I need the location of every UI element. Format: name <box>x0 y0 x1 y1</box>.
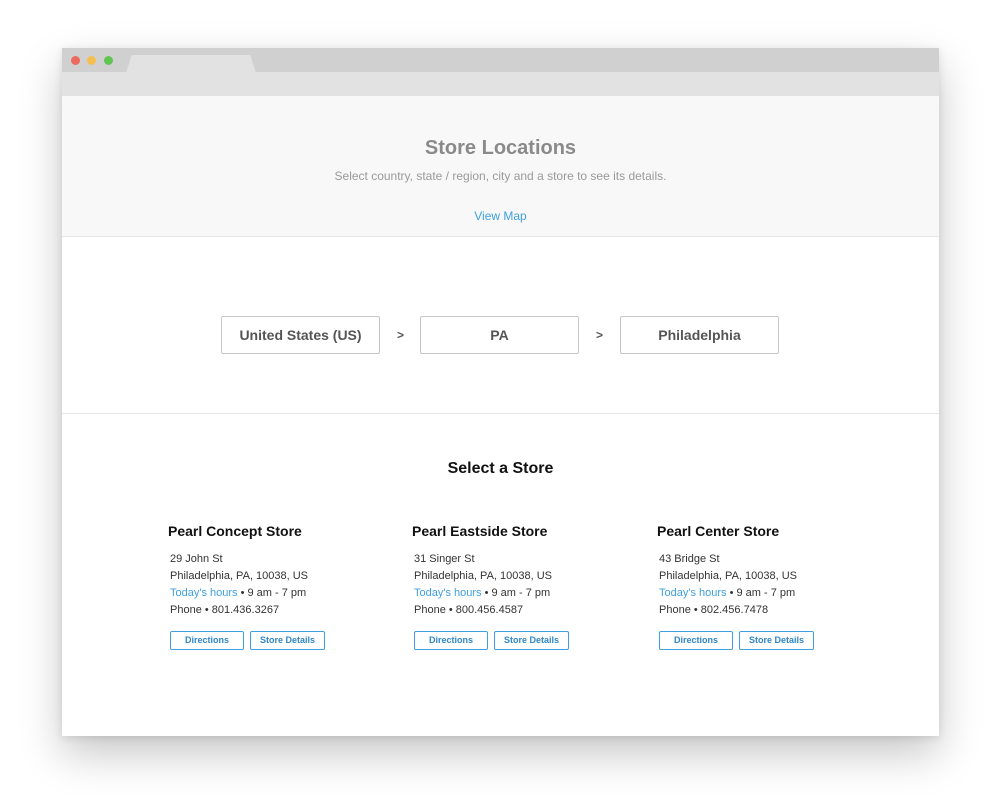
store-name: Pearl Eastside Store <box>412 523 548 539</box>
todays-hours-link[interactable]: Today's hours <box>414 587 482 599</box>
store-city-line: Philadelphia, PA, 10038, US <box>414 570 552 582</box>
store-phone: Phone • 800.456.4587 <box>414 604 524 616</box>
browser-titlebar <box>62 48 939 96</box>
page-title: Store Locations <box>424 137 577 159</box>
browser-window: Store Locations Select country, state / … <box>62 48 939 736</box>
todays-hours-link[interactable]: Today's hours <box>659 587 727 599</box>
store-street: 31 Singer St <box>414 553 475 565</box>
location-selector: United States (US) > PA > Philadelphia <box>62 238 939 414</box>
directions-button[interactable]: Directions <box>170 631 244 650</box>
view-map-link[interactable]: View Map <box>474 209 526 223</box>
store-street: 43 Bridge St <box>659 553 720 565</box>
browser-tab[interactable] <box>134 55 248 72</box>
store-actions: Directions Store Details <box>657 631 857 650</box>
store-card: Pearl Eastside Store 31 Singer St Philad… <box>412 523 612 650</box>
close-window-icon[interactable] <box>71 56 80 65</box>
page-header: Store Locations Select country, state / … <box>62 96 939 237</box>
store-hours-value: • 9 am - 7 pm <box>726 587 796 599</box>
page-subtitle: Select country, state / region, city and… <box>334 169 667 183</box>
store-hours: Today's hours • 9 am - 7 pm <box>412 585 612 602</box>
store-card: Pearl Center Store 43 Bridge St Philadel… <box>657 523 857 650</box>
store-street: 29 John St <box>170 553 223 565</box>
directions-button[interactable]: Directions <box>659 631 733 650</box>
country-select[interactable]: United States (US) <box>221 316 380 354</box>
chevron-right-icon: > <box>596 328 604 342</box>
store-actions: Directions Store Details <box>168 631 368 650</box>
store-details-button[interactable]: Store Details <box>494 631 569 650</box>
store-hours-value: • 9 am - 7 pm <box>481 587 551 599</box>
store-phone: Phone • 802.456.7478 <box>659 604 769 616</box>
store-city-line: Philadelphia, PA, 10038, US <box>170 570 308 582</box>
store-card: Pearl Concept Store 29 John St Philadelp… <box>168 523 368 650</box>
store-hours-value: • 9 am - 7 pm <box>237 587 307 599</box>
stores-section-title: Select a Store <box>447 460 554 477</box>
store-details-button[interactable]: Store Details <box>250 631 325 650</box>
store-hours: Today's hours • 9 am - 7 pm <box>168 585 368 602</box>
todays-hours-link[interactable]: Today's hours <box>170 587 238 599</box>
store-name: Pearl Center Store <box>657 523 780 539</box>
store-hours: Today's hours • 9 am - 7 pm <box>657 585 857 602</box>
store-phone: Phone • 801.436.3267 <box>170 604 280 616</box>
store-city-line: Philadelphia, PA, 10038, US <box>659 570 797 582</box>
view-map-row: View Map <box>62 209 939 223</box>
store-actions: Directions Store Details <box>412 631 612 650</box>
maximize-window-icon[interactable] <box>104 56 113 65</box>
city-select[interactable]: Philadelphia <box>620 316 779 354</box>
chevron-right-icon: > <box>397 328 405 342</box>
store-details-button[interactable]: Store Details <box>739 631 814 650</box>
minimize-window-icon[interactable] <box>87 56 96 65</box>
state-select[interactable]: PA <box>420 316 579 354</box>
store-name: Pearl Concept Store <box>168 523 302 539</box>
directions-button[interactable]: Directions <box>414 631 488 650</box>
